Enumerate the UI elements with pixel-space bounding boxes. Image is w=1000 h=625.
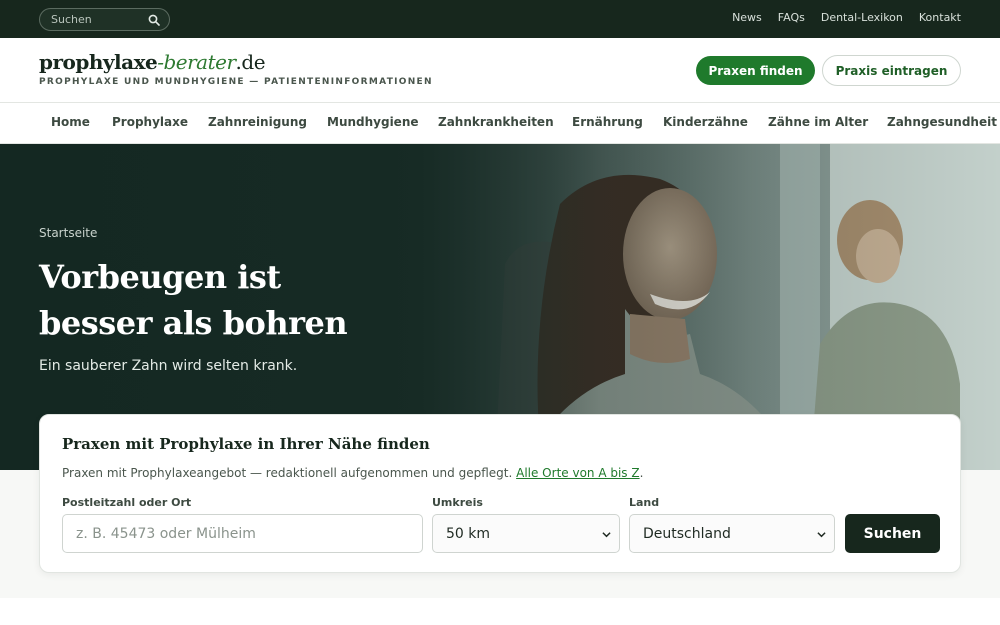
logo-part-1: prophylaxe (39, 50, 158, 74)
country-label: Land (629, 496, 660, 509)
logo-part-2: -berater (157, 50, 236, 74)
hero-subtitle: Ein sauberer Zahn wird selten krank. (39, 358, 298, 374)
nav-item-kinderzaehne[interactable]: Kinderzähne (663, 115, 748, 129)
page-title-line-1: Vorbeugen ist (39, 258, 281, 296)
radius-value: 50 km (446, 525, 491, 542)
logo-part-3: .de (235, 50, 266, 74)
nav-item-mundhygiene[interactable]: Mundhygiene (327, 115, 419, 129)
nav-item-home[interactable]: Home (51, 115, 90, 129)
top-links: News FAQs Dental-Lexikon Kontakt (732, 11, 961, 24)
top-bar: Suchen News FAQs Dental-Lexikon Kontakt (0, 0, 1000, 38)
content-background (0, 598, 1000, 625)
page-title-line-2: besser als bohren (39, 304, 348, 342)
location-input[interactable]: z. B. 45473 oder Mülheim (62, 514, 423, 553)
radius-label: Umkreis (432, 496, 483, 509)
search-input[interactable]: Suchen (39, 8, 170, 31)
nav-item-zahnreinigung[interactable]: Zahnreinigung (208, 115, 307, 129)
nav-item-ernaehrung[interactable]: Ernährung (572, 115, 643, 129)
search-submit-button[interactable]: Suchen (845, 514, 940, 553)
nav-item-zaehne-im-alter[interactable]: Zähne im Alter (768, 115, 868, 129)
practice-search-card: Praxen mit Prophylaxe in Ihrer Nähe find… (39, 414, 961, 573)
top-link-kontakt[interactable]: Kontakt (919, 11, 961, 24)
nav-item-prophylaxe[interactable]: Prophylaxe (112, 115, 188, 129)
nav-item-zahngesundheit[interactable]: Zahngesundheit (887, 115, 997, 129)
all-locations-link[interactable]: Alle Orte von A bis Z (516, 466, 639, 480)
site-logo[interactable]: prophylaxe-berater.de (39, 50, 266, 74)
top-link-faqs[interactable]: FAQs (778, 11, 805, 24)
chevron-down-icon (817, 532, 826, 538)
search-icon[interactable] (148, 14, 160, 26)
location-placeholder: z. B. 45473 oder Mülheim (76, 525, 256, 542)
main-nav: Home Prophylaxe Zahnreinigung Mundhygien… (0, 103, 1000, 144)
location-label: Postleitzahl oder Ort (62, 496, 192, 509)
site-header: prophylaxe-berater.de PROPHYLAXE UND MUN… (0, 38, 1000, 103)
search-card-title: Praxen mit Prophylaxe in Ihrer Nähe find… (62, 435, 430, 453)
search-card-description-text: Praxen mit Prophylaxeangebot — redaktion… (62, 466, 513, 480)
page-title: Vorbeugen ist besser als bohren (39, 254, 369, 346)
praxis-eintragen-button[interactable]: Praxis eintragen (822, 55, 961, 86)
breadcrumb[interactable]: Startseite (39, 226, 97, 240)
top-link-news[interactable]: News (732, 11, 762, 24)
search-card-description: Praxen mit Prophylaxeangebot — redaktion… (62, 466, 643, 480)
search-placeholder: Suchen (51, 13, 92, 26)
radius-select[interactable]: 50 km (432, 514, 620, 553)
country-select[interactable]: Deutschland (629, 514, 835, 553)
chevron-down-icon (602, 532, 611, 538)
praxen-finden-button[interactable]: Praxen finden (696, 56, 815, 85)
country-value: Deutschland (643, 525, 731, 542)
search-card-description-suffix: . (639, 466, 644, 480)
nav-item-zahnkrankheiten[interactable]: Zahnkrankheiten (438, 115, 554, 129)
top-link-dental-lexikon[interactable]: Dental-Lexikon (821, 11, 903, 24)
site-tagline: PROPHYLAXE UND MUNDHYGIENE — PATIENTENIN… (39, 77, 433, 87)
